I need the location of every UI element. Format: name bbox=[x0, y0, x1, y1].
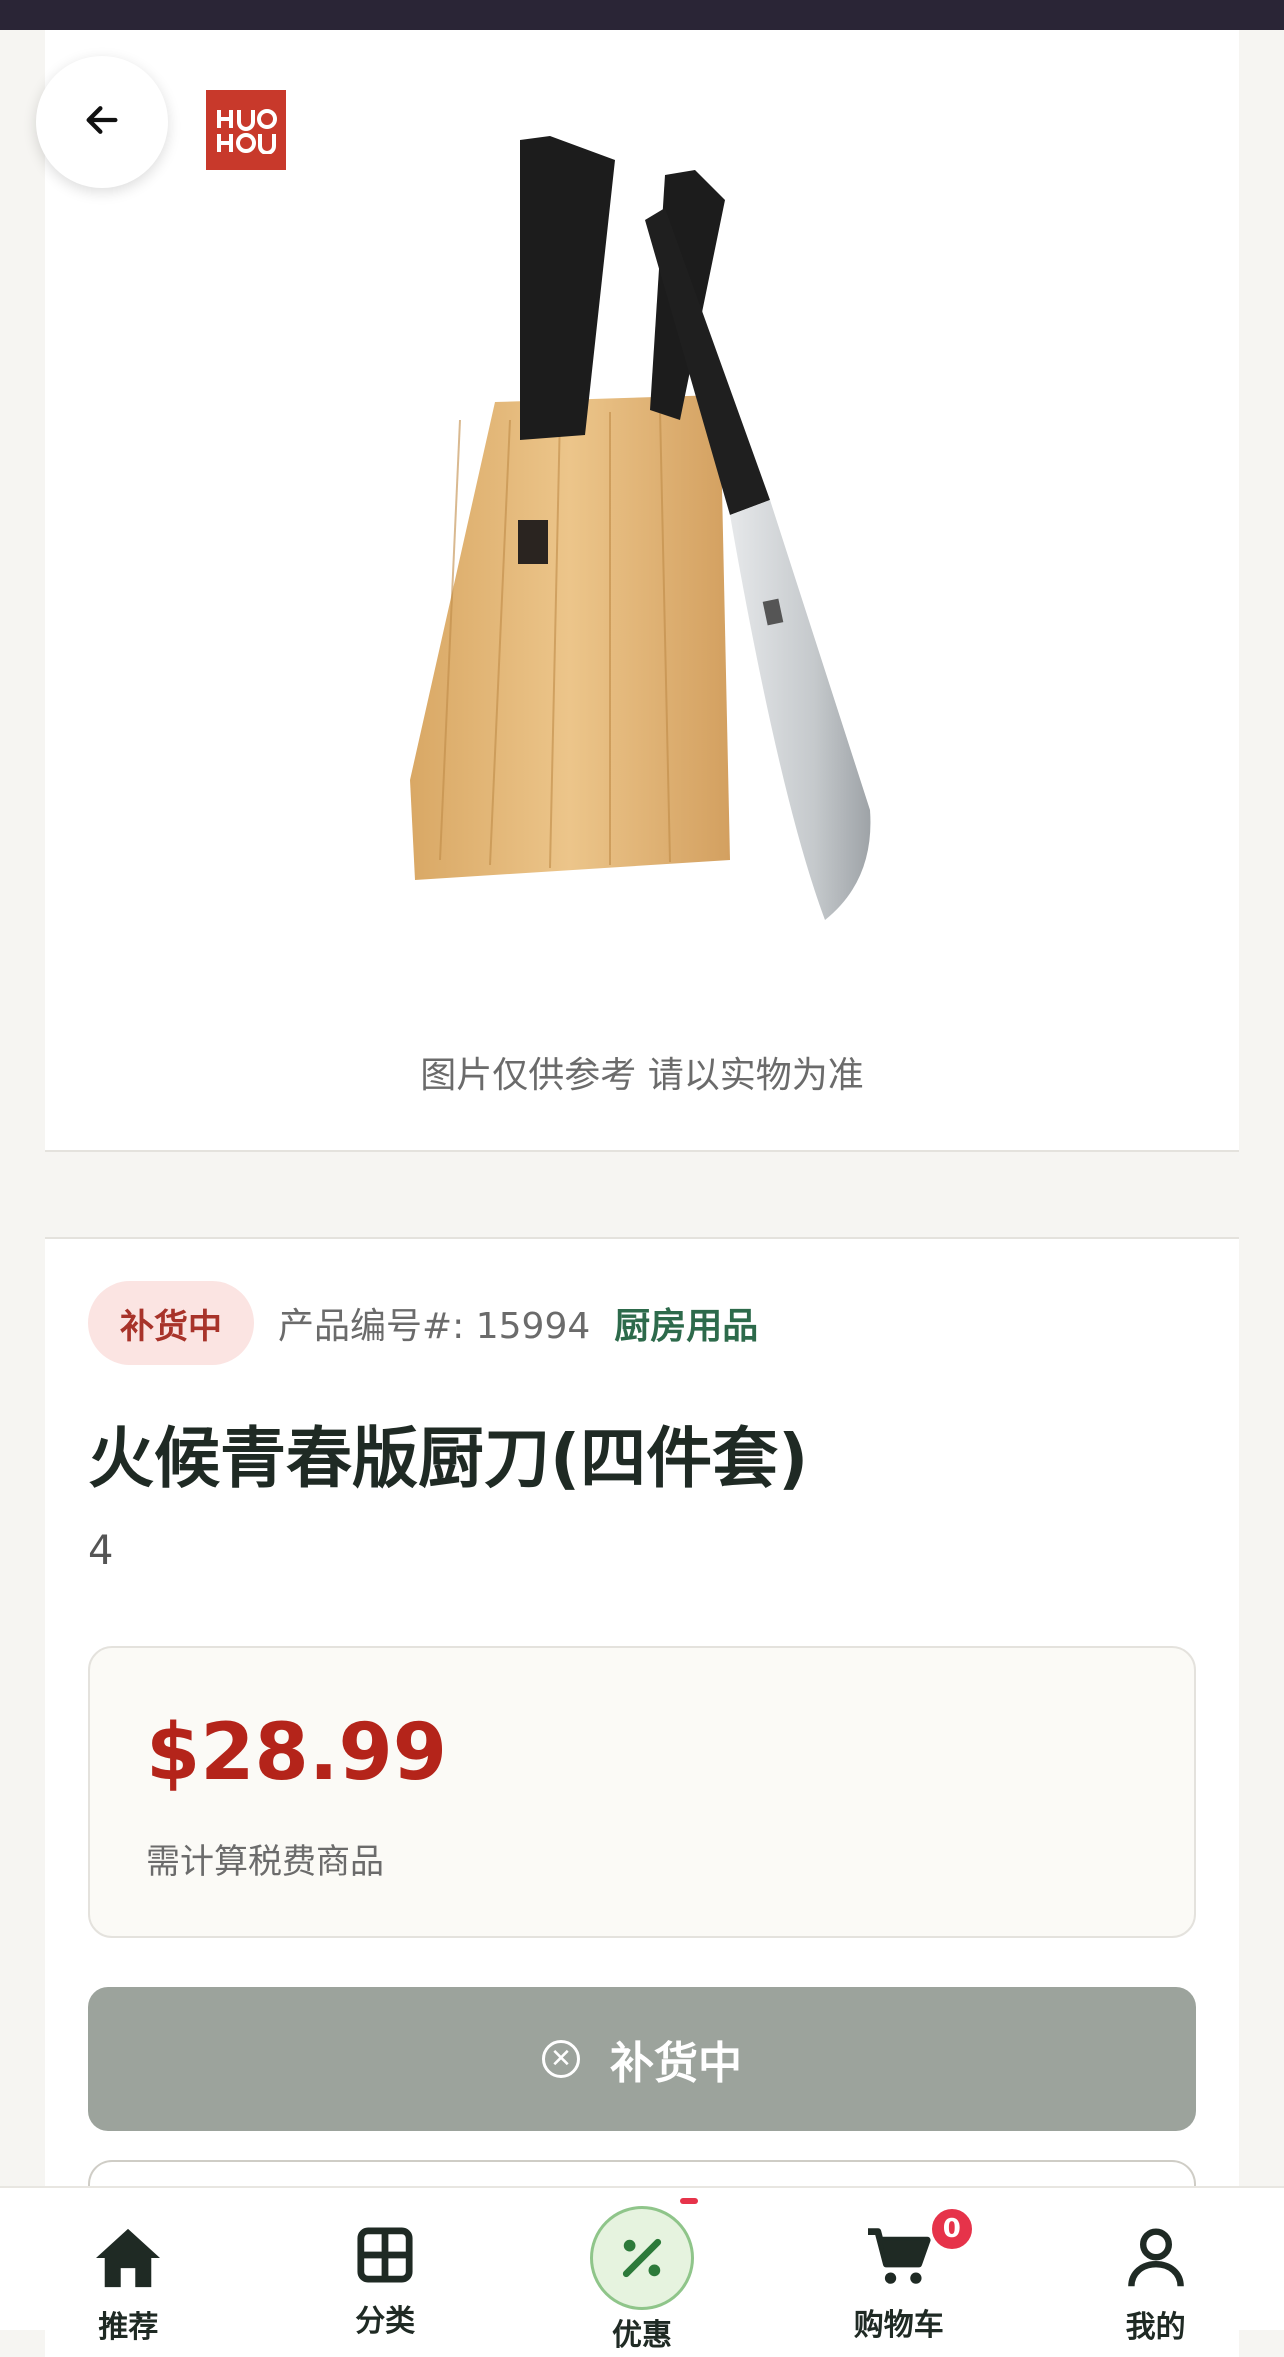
cart-icon bbox=[863, 2226, 935, 2288]
grid-icon bbox=[349, 2226, 421, 2284]
tab-label: 优惠 bbox=[611, 2318, 672, 2353]
price-box: $28.99 需计算税费商品 bbox=[88, 1646, 1196, 1938]
category-link[interactable]: 厨房用品 bbox=[614, 1297, 758, 1349]
tab-label: 我的 bbox=[1125, 2310, 1186, 2345]
percent-icon bbox=[589, 2206, 694, 2310]
product-meta-row: 补货中 产品编号#: 15994 厨房用品 bbox=[88, 1281, 758, 1365]
knife-handle-1 bbox=[520, 136, 615, 440]
restock-button[interactable]: ✕ 补货中 bbox=[88, 1987, 1196, 2131]
cart-count-badge: 0 bbox=[928, 2206, 975, 2252]
arrow-left-icon bbox=[82, 100, 122, 144]
product-subtitle: 4 bbox=[88, 1528, 114, 1574]
tax-note: 需计算税费商品 bbox=[146, 1842, 384, 1882]
user-icon bbox=[1120, 2226, 1192, 2290]
tab-label: 推荐 bbox=[98, 2310, 159, 2345]
tab-label: 分类 bbox=[355, 2304, 416, 2339]
tab-label: 购物车 bbox=[853, 2308, 944, 2343]
product-title: 火候青春版厨刀(四件套) bbox=[88, 1420, 809, 1497]
home-icon bbox=[92, 2226, 164, 2290]
brand-logo-mark bbox=[217, 109, 277, 154]
tab-category[interactable]: 分类 bbox=[257, 2188, 514, 2339]
tab-profile[interactable]: 我的 bbox=[1027, 2188, 1284, 2345]
tab-cart[interactable]: 0 购物车 bbox=[770, 2188, 1027, 2343]
back-button[interactable] bbox=[36, 56, 168, 188]
product-sku: 产品编号#: 15994 bbox=[278, 1306, 591, 1347]
bottom-tab-bar: 推荐 分类 优惠 0 购物车 我的 bbox=[0, 2186, 1284, 2353]
brand-logo bbox=[206, 90, 286, 170]
block-logo bbox=[518, 520, 548, 564]
promo-indicator bbox=[679, 2198, 698, 2204]
tab-promotions[interactable]: 优惠 bbox=[514, 2188, 771, 2353]
stock-status-badge: 补货中 bbox=[88, 1281, 254, 1365]
system-status-bar bbox=[0, 0, 1284, 30]
image-disclaimer: 图片仅供参考 请以实物为准 bbox=[420, 1055, 864, 1096]
tab-recommend[interactable]: 推荐 bbox=[0, 2188, 257, 2345]
close-circle-icon: ✕ bbox=[542, 2040, 580, 2078]
product-image[interactable] bbox=[380, 120, 900, 950]
restock-button-label: 补货中 bbox=[610, 2038, 742, 2089]
knife-blade bbox=[730, 500, 871, 920]
product-price: $28.99 bbox=[146, 1708, 447, 1798]
